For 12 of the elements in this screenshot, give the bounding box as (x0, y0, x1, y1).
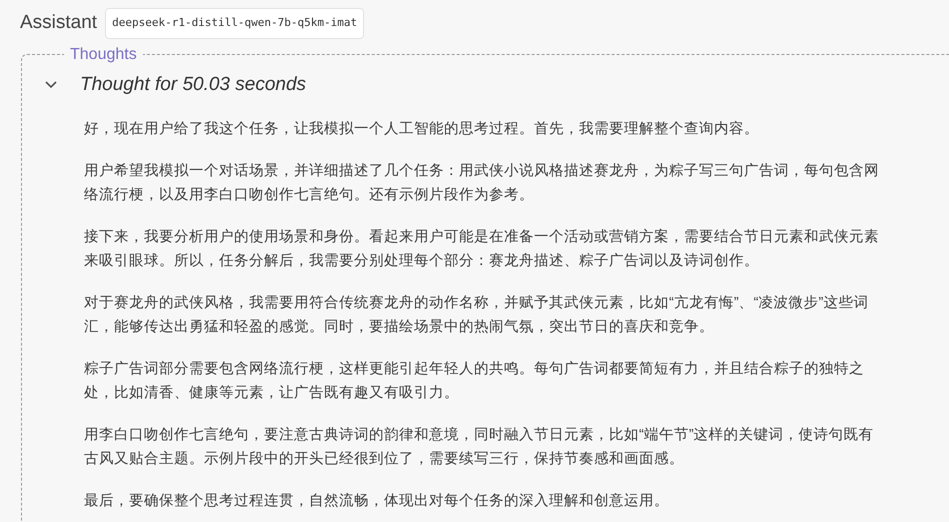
chevron-icon[interactable] (44, 80, 58, 90)
thought-paragraph: 用李白口吻创作七言绝句，要注意古典诗词的韵律和意境，同时融入节日元素，比如“端午节”这样的关键词，使诗句既有古风又贴合主题。示例片段中的开头已经很到位了，需要续写三行，保持节奏感和画面感。 (84, 426, 875, 469)
thought-paragraph: 接下来，我要分析用户的使用场景和身份。看起来用户可能是在准备一个活动或营销方案，需要结合节日元素和武侠元素来吸引眼球。所以，任务分解后，我需要分别处理每个部分：赛龙舟描述、粽子广告词以及诗词创作。 (84, 228, 880, 271)
thought-paragraph: 最后，要确保整个思考过程连贯，自然流畅，体现出对每个任务的深入理解和创意运用。 (84, 492, 670, 511)
thoughts-legend: Thoughts (64, 42, 143, 66)
thought-paragraph: 对于赛龙舟的武侠风格，我需要用符合传统赛龙舟的动作名称，并赋予其武侠元素，比如“亢龙有悔”、“凌波微步”这些词汇，能够传达出勇猛和轻盈的感觉。同时，要描绘场景中的热闹气氛，突出节日的喜庆和竞争。 (84, 294, 870, 337)
thought-paragraph: 好，现在用户给了我这个任务，让我模拟一个人工智能的思考过程。首先，我需要理解整个查询内容。 (84, 120, 760, 139)
thought-summary[interactable]: Thought for 50.03 seconds (80, 70, 306, 99)
model-tag: deepseek-r1-distill-qwen-7b-q5km-imat (105, 8, 364, 38)
thought-paragraph: 粽子广告词部分需要包含网络流行梗，这样更能引起年轻人的共鸣。每句广告词都要简短有力，并且结合粽子的独特之处，比如清香、健康等元素，让广告既有趣又有吸引力。 (84, 360, 865, 403)
thought-paragraph: 用户希望我模拟一个对话场景，并详细描述了几个任务：用武侠小说风格描述赛龙舟，为粽子写三句广告词，每句包含网络流行梗，以及用李白口吻创作七言绝句。还有示例片段作为参考。 (84, 162, 880, 205)
role-label: Assistant (20, 11, 98, 35)
